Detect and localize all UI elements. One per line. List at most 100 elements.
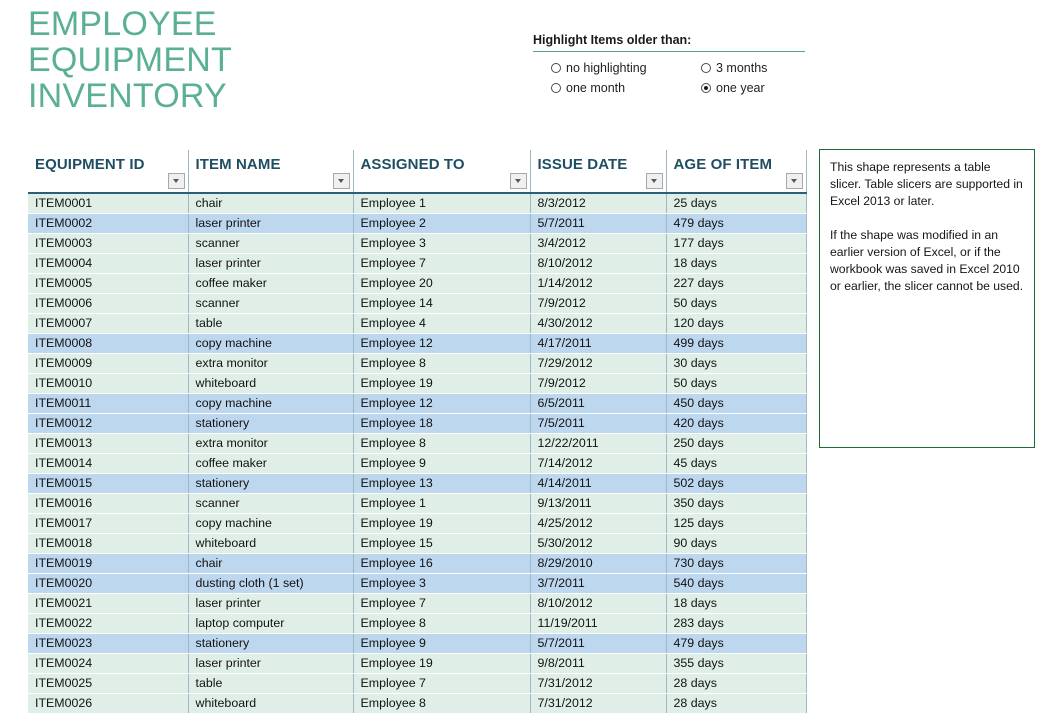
cell-assigned-to[interactable]: Employee 2 bbox=[353, 213, 531, 234]
table-row[interactable]: ITEM0018 whiteboard Employee 15 5/30/2012 90… bbox=[28, 533, 807, 554]
cell-equipment-id[interactable]: ITEM0024 bbox=[28, 653, 189, 674]
cell-assigned-to[interactable]: Employee 9 bbox=[353, 633, 531, 654]
cell-age-of-item[interactable]: 499 days bbox=[666, 333, 807, 354]
radio-icon-one-month[interactable] bbox=[551, 83, 561, 93]
cell-item-name[interactable]: table bbox=[188, 313, 354, 334]
cell-item-name[interactable]: scanner bbox=[188, 293, 354, 314]
cell-assigned-to[interactable]: Employee 19 bbox=[353, 513, 531, 534]
cell-equipment-id[interactable]: ITEM0025 bbox=[28, 673, 189, 694]
cell-assigned-to[interactable]: Employee 18 bbox=[353, 413, 531, 434]
cell-equipment-id[interactable]: ITEM0006 bbox=[28, 293, 189, 314]
table-row[interactable]: ITEM0011 copy machine Employee 12 6/5/2011 4… bbox=[28, 393, 807, 414]
cell-assigned-to[interactable]: Employee 7 bbox=[353, 673, 531, 694]
table-row[interactable]: ITEM0014 coffee maker Employee 9 7/14/2012 4… bbox=[28, 453, 807, 474]
cell-item-name[interactable]: laser printer bbox=[188, 213, 354, 234]
cell-issue-date[interactable]: 7/5/2011 bbox=[530, 413, 667, 434]
cell-assigned-to[interactable]: Employee 13 bbox=[353, 473, 531, 494]
cell-equipment-id[interactable]: ITEM0013 bbox=[28, 433, 189, 454]
cell-item-name[interactable]: extra monitor bbox=[188, 353, 354, 374]
cell-assigned-to[interactable]: Employee 14 bbox=[353, 293, 531, 314]
cell-equipment-id[interactable]: ITEM0015 bbox=[28, 473, 189, 494]
radio-icon-one-year[interactable] bbox=[701, 83, 711, 93]
cell-age-of-item[interactable]: 50 days bbox=[666, 373, 807, 394]
table-row[interactable]: ITEM0015 stationery Employee 13 4/14/2011 50… bbox=[28, 473, 807, 494]
slicer-option-no-highlighting[interactable]: no highlighting bbox=[533, 58, 669, 78]
table-row[interactable]: ITEM0023 stationery Employee 9 5/7/2011 479 … bbox=[28, 633, 807, 654]
cell-age-of-item[interactable]: 45 days bbox=[666, 453, 807, 474]
cell-issue-date[interactable]: 4/14/2011 bbox=[530, 473, 667, 494]
slicer-option-one-month[interactable]: one month bbox=[533, 78, 669, 98]
cell-age-of-item[interactable]: 250 days bbox=[666, 433, 807, 454]
cell-age-of-item[interactable]: 355 days bbox=[666, 653, 807, 674]
table-row[interactable]: ITEM0003 scanner Employee 3 3/4/2012 177 day… bbox=[28, 233, 807, 254]
cell-issue-date[interactable]: 3/4/2012 bbox=[530, 233, 667, 254]
cell-item-name[interactable]: copy machine bbox=[188, 333, 354, 354]
cell-equipment-id[interactable]: ITEM0021 bbox=[28, 593, 189, 614]
slicer-option-one-year[interactable]: one year bbox=[669, 78, 805, 98]
column-header-assigned-to[interactable]: ASSIGNED TO bbox=[353, 150, 531, 194]
cell-equipment-id[interactable]: ITEM0020 bbox=[28, 573, 189, 594]
cell-item-name[interactable]: laser printer bbox=[188, 653, 354, 674]
cell-item-name[interactable]: laptop computer bbox=[188, 613, 354, 634]
radio-icon-no-highlighting[interactable] bbox=[551, 63, 561, 73]
cell-equipment-id[interactable]: ITEM0016 bbox=[28, 493, 189, 514]
cell-assigned-to[interactable]: Employee 4 bbox=[353, 313, 531, 334]
cell-age-of-item[interactable]: 125 days bbox=[666, 513, 807, 534]
cell-equipment-id[interactable]: ITEM0022 bbox=[28, 613, 189, 634]
cell-age-of-item[interactable]: 730 days bbox=[666, 553, 807, 574]
table-row[interactable]: ITEM0021 laser printer Employee 7 8/10/2012… bbox=[28, 593, 807, 614]
cell-issue-date[interactable]: 3/7/2011 bbox=[530, 573, 667, 594]
table-row[interactable]: ITEM0009 extra monitor Employee 8 7/29/2012… bbox=[28, 353, 807, 374]
cell-item-name[interactable]: chair bbox=[188, 193, 354, 214]
cell-equipment-id[interactable]: ITEM0001 bbox=[28, 193, 189, 214]
cell-age-of-item[interactable]: 18 days bbox=[666, 593, 807, 614]
cell-item-name[interactable]: stationery bbox=[188, 473, 354, 494]
cell-age-of-item[interactable]: 28 days bbox=[666, 673, 807, 694]
cell-equipment-id[interactable]: ITEM0010 bbox=[28, 373, 189, 394]
cell-assigned-to[interactable]: Employee 12 bbox=[353, 333, 531, 354]
slicer-option-3-months[interactable]: 3 months bbox=[669, 58, 805, 78]
cell-item-name[interactable]: laser printer bbox=[188, 593, 354, 614]
cell-assigned-to[interactable]: Employee 8 bbox=[353, 693, 531, 714]
table-row[interactable]: ITEM0020 dusting cloth (1 set) Employee 33… bbox=[28, 573, 807, 594]
cell-assigned-to[interactable]: Employee 16 bbox=[353, 553, 531, 574]
cell-issue-date[interactable]: 1/14/2012 bbox=[530, 273, 667, 294]
cell-assigned-to[interactable]: Employee 19 bbox=[353, 653, 531, 674]
table-row[interactable]: ITEM0013 extra monitor Employee 8 12/22/201… bbox=[28, 433, 807, 454]
table-row[interactable]: ITEM0002 laser printer Employee 2 5/7/2011 4… bbox=[28, 213, 807, 234]
column-header-equipment-id[interactable]: EQUIPMENT ID bbox=[28, 150, 189, 194]
cell-equipment-id[interactable]: ITEM0018 bbox=[28, 533, 189, 554]
table-row[interactable]: ITEM0024 laser printer Employee 19 9/8/2011… bbox=[28, 653, 807, 674]
cell-assigned-to[interactable]: Employee 20 bbox=[353, 273, 531, 294]
table-row[interactable]: ITEM0017 copy machine Employee 19 4/25/2012… bbox=[28, 513, 807, 534]
cell-assigned-to[interactable]: Employee 8 bbox=[353, 433, 531, 454]
cell-item-name[interactable]: table bbox=[188, 673, 354, 694]
cell-issue-date[interactable]: 7/9/2012 bbox=[530, 293, 667, 314]
cell-age-of-item[interactable]: 450 days bbox=[666, 393, 807, 414]
cell-issue-date[interactable]: 4/17/2011 bbox=[530, 333, 667, 354]
cell-item-name[interactable]: stationery bbox=[188, 633, 354, 654]
cell-equipment-id[interactable]: ITEM0002 bbox=[28, 213, 189, 234]
cell-item-name[interactable]: scanner bbox=[188, 493, 354, 514]
cell-issue-date[interactable]: 5/7/2011 bbox=[530, 213, 667, 234]
cell-assigned-to[interactable]: Employee 3 bbox=[353, 233, 531, 254]
cell-item-name[interactable]: coffee maker bbox=[188, 453, 354, 474]
cell-equipment-id[interactable]: ITEM0017 bbox=[28, 513, 189, 534]
cell-age-of-item[interactable]: 350 days bbox=[666, 493, 807, 514]
cell-age-of-item[interactable]: 90 days bbox=[666, 533, 807, 554]
cell-item-name[interactable]: whiteboard bbox=[188, 693, 354, 714]
cell-equipment-id[interactable]: ITEM0014 bbox=[28, 453, 189, 474]
table-row[interactable]: ITEM0006 scanner Employee 14 7/9/2012 50 day… bbox=[28, 293, 807, 314]
cell-issue-date[interactable]: 7/31/2012 bbox=[530, 673, 667, 694]
cell-item-name[interactable]: scanner bbox=[188, 233, 354, 254]
cell-issue-date[interactable]: 8/3/2012 bbox=[530, 193, 667, 214]
cell-age-of-item[interactable]: 227 days bbox=[666, 273, 807, 294]
cell-age-of-item[interactable]: 120 days bbox=[666, 313, 807, 334]
cell-issue-date[interactable]: 5/7/2011 bbox=[530, 633, 667, 654]
cell-equipment-id[interactable]: ITEM0007 bbox=[28, 313, 189, 334]
table-row[interactable]: ITEM0026 whiteboard Employee 8 7/31/2012 28 … bbox=[28, 693, 807, 714]
table-row[interactable]: ITEM0019 chair Employee 16 8/29/2010 730 day… bbox=[28, 553, 807, 574]
cell-issue-date[interactable]: 8/10/2012 bbox=[530, 593, 667, 614]
cell-item-name[interactable]: whiteboard bbox=[188, 373, 354, 394]
filter-dropdown-icon-item-name[interactable] bbox=[332, 173, 350, 189]
